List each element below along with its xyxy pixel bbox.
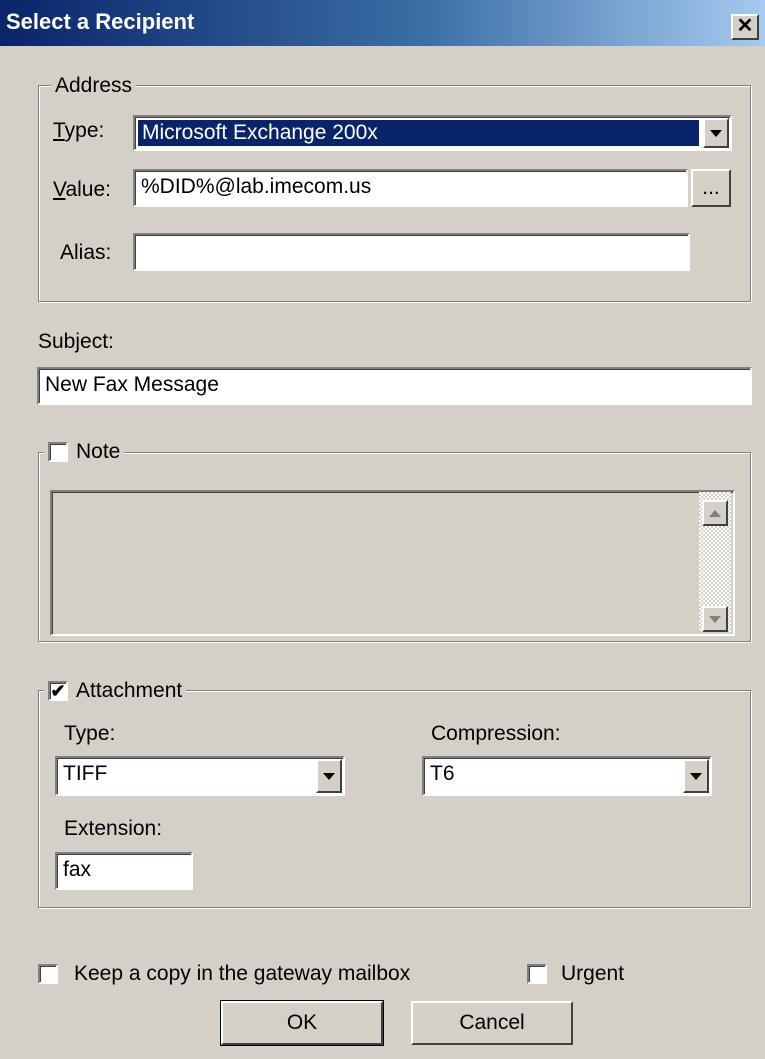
window-title: Select a Recipient [6, 9, 195, 34]
note-scrollbar[interactable] [699, 492, 731, 632]
urgent-label: Urgent [561, 962, 625, 985]
note-legend: Note [44, 440, 125, 464]
address-value-input[interactable]: %DID%@lab.imecom.us [133, 169, 688, 207]
checkmark-icon: ✔ [50, 681, 66, 701]
subject-label: Subject: [38, 330, 114, 353]
keep-copy-option[interactable]: Keep a copy in the gateway mailbox [38, 961, 410, 987]
chevron-down-icon [323, 772, 335, 780]
compression-dropdown-button[interactable] [683, 759, 709, 793]
address-type-select[interactable]: Microsoft Exchange 200x [133, 115, 732, 151]
extension-input[interactable]: fax [55, 852, 193, 890]
subject-input[interactable]: New Fax Message [37, 367, 752, 405]
note-checkbox-label: Note [76, 440, 121, 463]
compression-value: T6 [430, 762, 455, 785]
alias-input[interactable] [133, 233, 690, 271]
attachment-checkbox[interactable]: ✔ [48, 681, 68, 701]
attachment-legend: ✔ Attachment [44, 679, 187, 703]
type-label: Type: [53, 119, 105, 142]
extension-label: Extension: [64, 817, 163, 840]
attachment-type-value: TIFF [63, 762, 108, 785]
urgent-option[interactable]: Urgent [527, 961, 624, 987]
chevron-down-icon [710, 129, 722, 137]
keep-copy-label: Keep a copy in the gateway mailbox [74, 962, 411, 985]
keep-copy-checkbox[interactable] [38, 964, 58, 984]
attachment-type-label: Type: [64, 722, 116, 745]
attachment-type-dropdown-button[interactable] [316, 759, 342, 793]
compression-select[interactable]: T6 [422, 756, 712, 796]
attachment-checkbox-label: Attachment [76, 679, 183, 702]
value-label: Value: [53, 178, 111, 201]
close-icon: ✕ [736, 15, 754, 37]
chevron-down-icon [690, 772, 702, 780]
scroll-down-icon [709, 615, 721, 623]
note-textarea[interactable] [50, 490, 735, 636]
address-legend: Address [51, 74, 137, 98]
cancel-button[interactable]: Cancel [411, 1001, 573, 1045]
compression-label: Compression: [431, 722, 561, 745]
scroll-up-button[interactable] [702, 500, 728, 526]
address-type-dropdown-button[interactable] [703, 118, 729, 148]
address-type-value: Microsoft Exchange 200x [138, 120, 699, 146]
alias-label: Alias: [60, 241, 112, 264]
urgent-checkbox[interactable] [527, 964, 547, 984]
note-checkbox[interactable] [48, 442, 68, 462]
browse-button[interactable]: ... [691, 169, 731, 207]
close-button[interactable]: ✕ [731, 14, 759, 40]
scroll-up-icon [709, 509, 721, 517]
ok-button[interactable]: OK [220, 1000, 384, 1046]
scroll-down-button[interactable] [702, 606, 728, 632]
attachment-type-select[interactable]: TIFF [55, 756, 345, 796]
